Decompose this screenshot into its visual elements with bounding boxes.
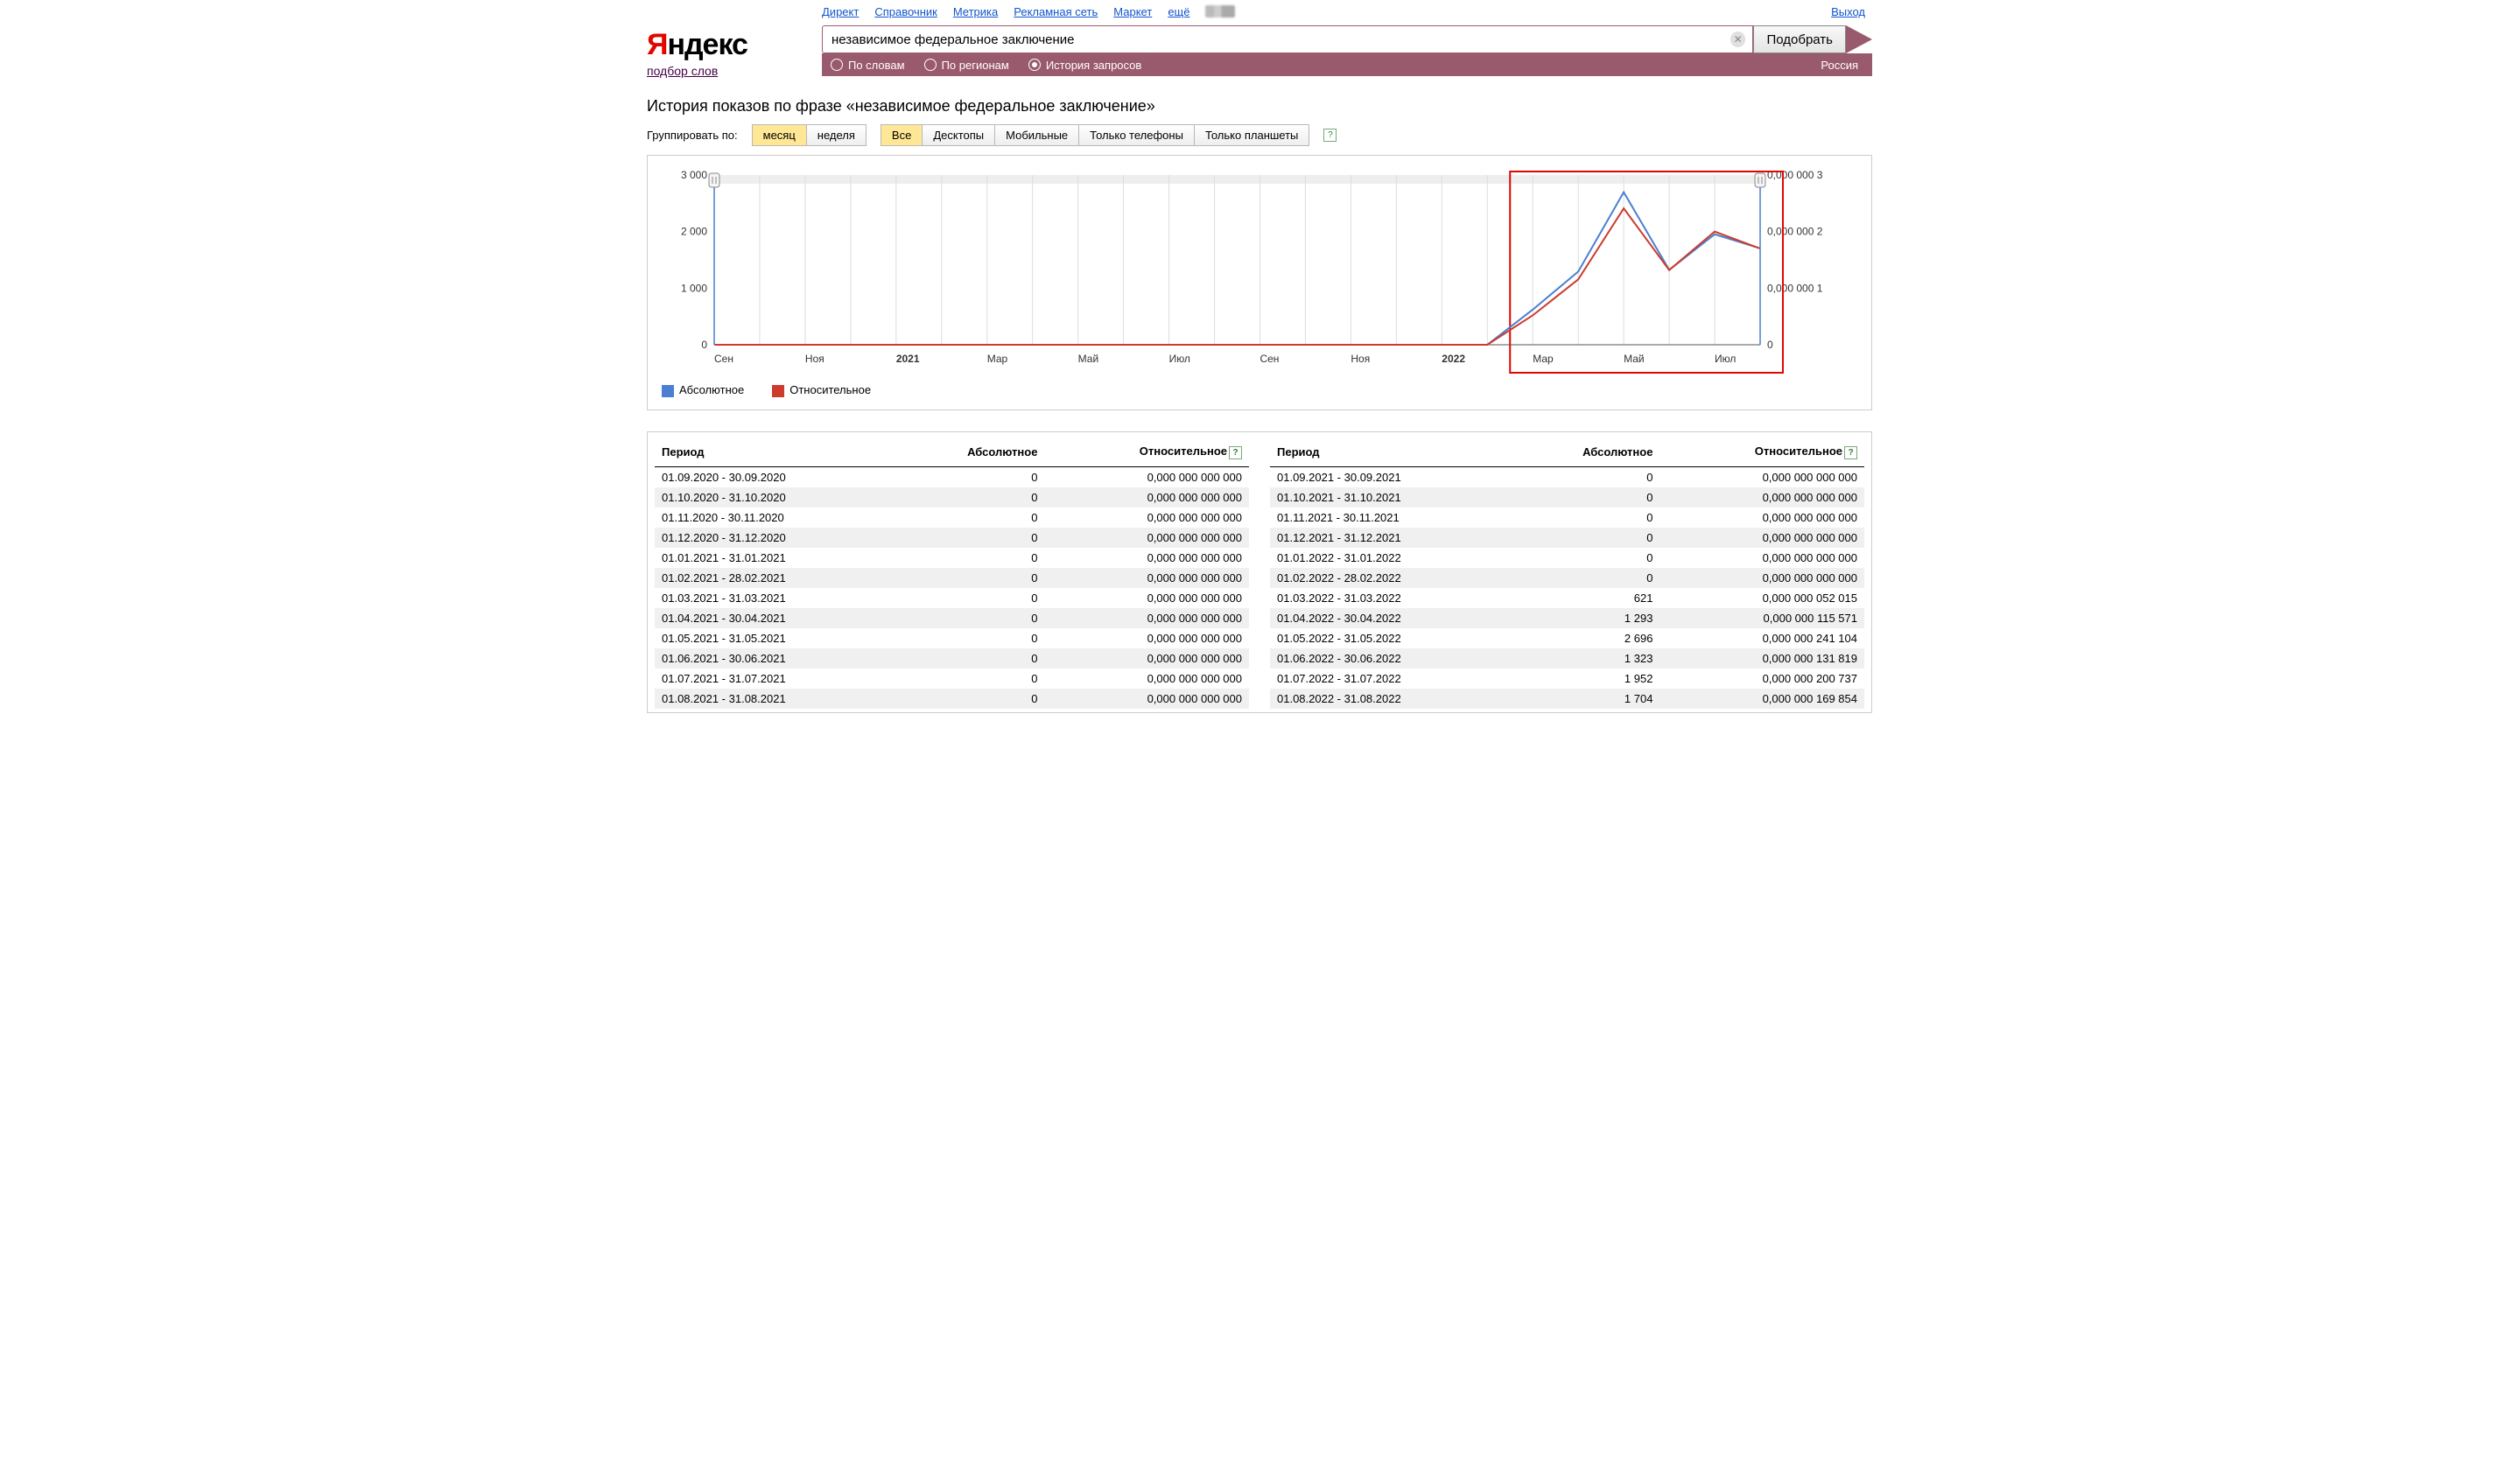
table-row: 01.01.2021 - 31.01.202100,000 000 000 00… [655, 548, 1249, 568]
help-icon[interactable]: ? [1323, 129, 1337, 142]
table-row: 01.10.2021 - 31.10.202100,000 000 000 00… [1270, 487, 1864, 508]
table-row: 01.06.2021 - 30.06.202100,000 000 000 00… [655, 648, 1249, 668]
table-row: 01.05.2021 - 31.05.202100,000 000 000 00… [655, 628, 1249, 648]
top-nav: Директ Справочник Метрика Рекламная сеть… [822, 5, 1872, 18]
page-title: История показов по фразе «независимое фе… [647, 97, 1872, 116]
legend-rel: Относительное [772, 383, 871, 397]
group-week[interactable]: неделя [807, 124, 867, 146]
table-row: 01.04.2022 - 30.04.20221 2930,000 000 11… [1270, 608, 1864, 628]
table-row: 01.12.2020 - 31.12.202000,000 000 000 00… [655, 528, 1249, 548]
svg-text:Мар: Мар [987, 353, 1008, 365]
nav-adnetwork[interactable]: Рекламная сеть [1014, 5, 1098, 18]
history-chart[interactable]: Сен Ноя 2021 Мар Май Июл Сен Ноя 2022 Мар Май Июл 0 1… [662, 166, 1843, 376]
table-row: 01.02.2022 - 28.02.202200,000 000 000 00… [1270, 568, 1864, 588]
table-row: 01.07.2021 - 31.07.202100,000 000 000 00… [655, 668, 1249, 689]
svg-text:0: 0 [701, 339, 707, 351]
svg-text:2022: 2022 [1442, 353, 1465, 365]
svg-text:Июл: Июл [1169, 353, 1190, 365]
nav-more[interactable]: ещё [1168, 5, 1189, 18]
svg-text:Ноя: Ноя [805, 353, 824, 365]
search-input-wrap: ✕ [822, 25, 1753, 53]
table-row: 01.10.2020 - 31.10.202000,000 000 000 00… [655, 487, 1249, 508]
svg-text:2021: 2021 [896, 353, 920, 365]
tab-history[interactable]: История запросов [1028, 59, 1142, 72]
svg-text:2 000: 2 000 [681, 226, 707, 238]
table-row: 01.05.2022 - 31.05.20222 6960,000 000 24… [1270, 628, 1864, 648]
nav-market[interactable]: Маркет [1113, 5, 1152, 18]
svg-text:1 000: 1 000 [681, 282, 707, 294]
group-by-label: Группировать по: [647, 129, 738, 142]
svg-text:0,000 000 1: 0,000 000 1 [1767, 282, 1823, 294]
svg-text:Июл: Июл [1715, 353, 1736, 365]
table-row: 01.09.2020 - 30.09.202000,000 000 000 00… [655, 466, 1249, 487]
svg-text:Май: Май [1624, 353, 1645, 365]
table-right: Период Абсолютное Относительное? 01.09.2… [1270, 439, 1864, 709]
svg-text:3 000: 3 000 [681, 169, 707, 181]
search-input[interactable] [830, 32, 1730, 48]
table-row: 01.09.2021 - 30.09.202100,000 000 000 00… [1270, 466, 1864, 487]
table-row: 01.06.2022 - 30.06.20221 3230,000 000 13… [1270, 648, 1864, 668]
device-tablets[interactable]: Только планшеты [1195, 124, 1309, 146]
nav-spravochnik[interactable]: Справочник [874, 5, 937, 18]
th-rel: Относительное? [1659, 439, 1864, 467]
table-row: 01.01.2022 - 31.01.202200,000 000 000 00… [1270, 548, 1864, 568]
th-abs: Абсолютное [896, 439, 1044, 467]
table-row: 01.08.2021 - 31.08.202100,000 000 000 00… [655, 689, 1249, 709]
wordstat-sublogo-link[interactable]: подбор слов [647, 64, 718, 78]
device-phones[interactable]: Только телефоны [1079, 124, 1195, 146]
region-label[interactable]: Россия [1821, 59, 1858, 72]
clear-icon[interactable]: ✕ [1730, 32, 1746, 47]
th-abs: Абсолютное [1512, 439, 1659, 467]
svg-text:Ноя: Ноя [1351, 353, 1370, 365]
table-row: 01.07.2022 - 31.07.20221 9520,000 000 20… [1270, 668, 1864, 689]
table-left: Период Абсолютное Относительное? 01.09.2… [655, 439, 1249, 709]
svg-text:Сен: Сен [1260, 353, 1279, 365]
table-row: 01.11.2020 - 30.11.202000,000 000 000 00… [655, 508, 1249, 528]
table-row: 01.08.2022 - 31.08.20221 7040,000 000 16… [1270, 689, 1864, 709]
tab-by-regions[interactable]: По регионам [924, 59, 1009, 72]
th-rel: Относительное? [1044, 439, 1249, 467]
user-avatar-blur [1205, 5, 1235, 18]
device-all[interactable]: Все [881, 124, 923, 146]
svg-text:0: 0 [1767, 339, 1773, 351]
table-row: 01.11.2021 - 30.11.202100,000 000 000 00… [1270, 508, 1864, 528]
logout-link[interactable]: Выход [1831, 5, 1865, 18]
th-period: Период [1270, 439, 1512, 467]
nav-direct[interactable]: Директ [822, 5, 859, 18]
svg-text:0,000 000 2: 0,000 000 2 [1767, 226, 1823, 238]
yandex-logo: Яндекс [647, 28, 822, 62]
group-month[interactable]: месяц [752, 124, 807, 146]
help-icon[interactable]: ? [1844, 446, 1857, 459]
svg-text:Сен: Сен [714, 353, 733, 365]
tab-by-words[interactable]: По словам [831, 59, 905, 72]
range-handle[interactable] [1755, 173, 1765, 187]
help-icon[interactable]: ? [1229, 446, 1242, 459]
tabstrip-arrow [1846, 25, 1872, 53]
th-period: Период [655, 439, 896, 467]
legend-abs: Абсолютное [662, 383, 744, 397]
table-row: 01.12.2021 - 31.12.202100,000 000 000 00… [1270, 528, 1864, 548]
search-mode-tabs: По словам По регионам История запросов Р… [822, 53, 1872, 76]
nav-metrika[interactable]: Метрика [953, 5, 998, 18]
device-mobile[interactable]: Мобильные [995, 124, 1079, 146]
submit-button[interactable]: Подобрать [1753, 25, 1846, 53]
chart-container: Сен Ноя 2021 Мар Май Июл Сен Ноя 2022 Мар Май Июл 0 1… [647, 155, 1872, 410]
svg-text:Май: Май [1078, 353, 1099, 365]
table-row: 01.03.2021 - 31.03.202100,000 000 000 00… [655, 588, 1249, 608]
table-row: 01.02.2021 - 28.02.202100,000 000 000 00… [655, 568, 1249, 588]
device-desktop[interactable]: Десктопы [923, 124, 995, 146]
table-row: 01.03.2022 - 31.03.20226210,000 000 052 … [1270, 588, 1864, 608]
svg-text:Мар: Мар [1533, 353, 1554, 365]
range-handle[interactable] [709, 173, 719, 187]
table-row: 01.04.2021 - 30.04.202100,000 000 000 00… [655, 608, 1249, 628]
